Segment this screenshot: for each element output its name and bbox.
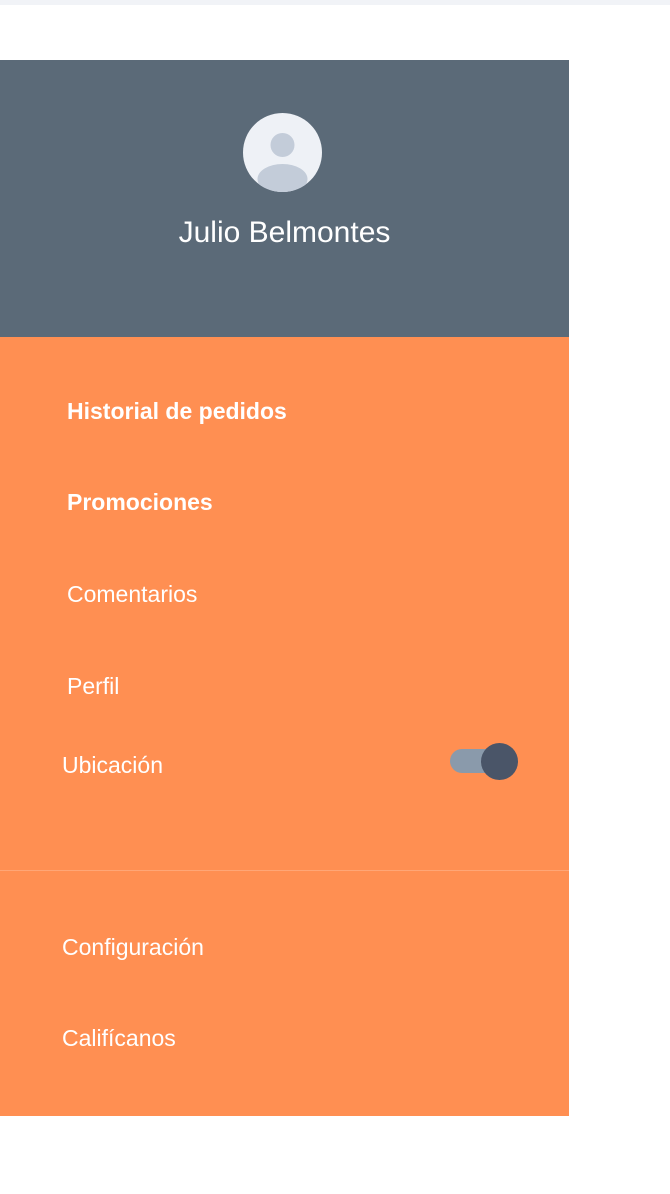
menu-item-rate-us[interactable]: Califícanos — [62, 1024, 176, 1052]
location-toggle[interactable] — [450, 742, 520, 780]
user-avatar-icon[interactable] — [243, 113, 322, 192]
navigation-drawer: Julio Belmontes Historial de pedidos Pro… — [0, 60, 569, 1116]
user-name: Julio Belmontes — [178, 216, 391, 249]
menu-item-settings[interactable]: Configuración — [62, 933, 204, 961]
menu-item-order-history[interactable]: Historial de pedidos — [67, 397, 287, 425]
menu-item-promotions[interactable]: Promociones — [67, 488, 213, 516]
menu-divider — [0, 870, 569, 871]
drawer-header: Julio Belmontes — [0, 60, 569, 337]
status-bar-strip — [0, 0, 670, 5]
drawer-menu: Historial de pedidos Promociones Comenta… — [0, 337, 569, 1116]
toggle-thumb — [481, 743, 518, 780]
menu-item-location: Ubicación — [62, 752, 163, 778]
menu-item-comments[interactable]: Comentarios — [67, 580, 197, 608]
menu-item-profile[interactable]: Perfil — [67, 672, 119, 700]
